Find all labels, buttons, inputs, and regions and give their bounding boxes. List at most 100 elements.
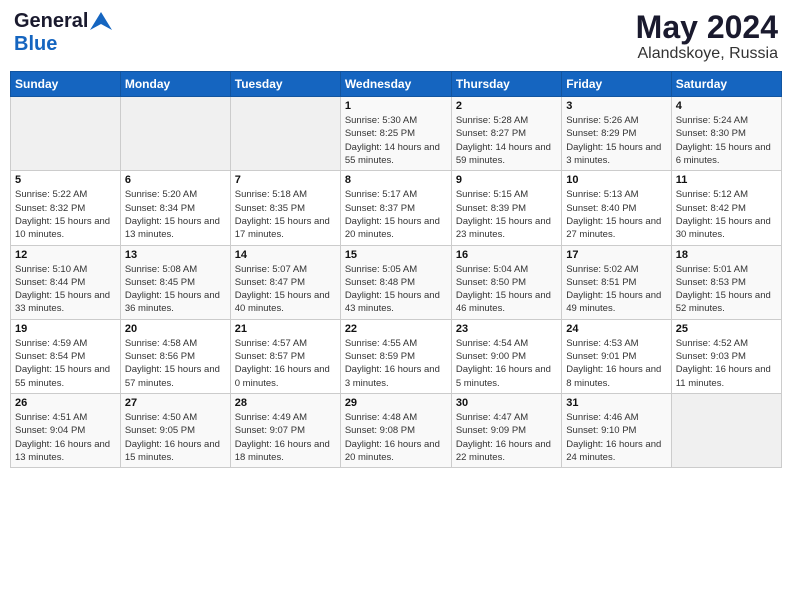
day-number: 2 [456, 100, 557, 112]
weekday-header-thursday: Thursday [451, 72, 561, 97]
calendar-cell: 21 Sunrise: 4:57 AMSunset: 8:57 PMDayligh… [230, 319, 340, 393]
calendar-cell: 27 Sunrise: 4:50 AMSunset: 9:05 PMDayligh… [120, 393, 230, 467]
calendar-cell [11, 97, 121, 171]
calendar-week-3: 12 Sunrise: 5:10 AMSunset: 8:44 PMDayligh… [11, 245, 782, 319]
calendar-cell: 17 Sunrise: 5:02 AMSunset: 8:51 PMDayligh… [562, 245, 671, 319]
day-number: 1 [345, 100, 447, 112]
day-number: 21 [235, 323, 336, 335]
day-info: Sunrise: 5:30 AMSunset: 8:25 PMDaylight:… [345, 114, 447, 167]
calendar-cell: 5 Sunrise: 5:22 AMSunset: 8:32 PMDaylight… [11, 171, 121, 245]
day-info: Sunrise: 5:07 AMSunset: 8:47 PMDaylight:… [235, 263, 336, 316]
day-number: 13 [125, 249, 226, 261]
day-info: Sunrise: 5:26 AMSunset: 8:29 PMDaylight:… [566, 114, 666, 167]
day-number: 29 [345, 397, 447, 409]
day-info: Sunrise: 5:22 AMSunset: 8:32 PMDaylight:… [15, 188, 116, 241]
location: Alandskoye, Russia [636, 45, 778, 63]
calendar-cell: 9Sunrise: 5:15 AMSunset: 8:39 PMDaylight… [451, 171, 561, 245]
calendar-cell: 20Sunrise: 4:58 AMSunset: 8:56 PMDayligh… [120, 319, 230, 393]
calendar-cell: 2 Sunrise: 5:28 AMSunset: 8:27 PMDaylight… [451, 97, 561, 171]
calendar-cell [230, 97, 340, 171]
day-info: Sunrise: 5:04 AMSunset: 8:50 PMDaylight:… [456, 263, 557, 316]
calendar-cell: 1 Sunrise: 5:30 AMSunset: 8:25 PMDaylight… [340, 97, 451, 171]
calendar-cell: 28Sunrise: 4:49 AMSunset: 9:07 PMDayligh… [230, 393, 340, 467]
weekday-header-sunday: Sunday [11, 72, 121, 97]
calendar-cell: 23 Sunrise: 4:54 AMSunset: 9:00 PMDayligh… [451, 319, 561, 393]
calendar-week-5: 26 Sunrise: 4:51 AMSunset: 9:04 PMDayligh… [11, 393, 782, 467]
logo: General Blue [14, 10, 112, 56]
calendar-cell: 7 Sunrise: 5:18 AMSunset: 8:35 PMDaylight… [230, 171, 340, 245]
day-info: Sunrise: 5:02 AMSunset: 8:51 PMDaylight:… [566, 263, 666, 316]
day-info: Sunrise: 4:55 AMSunset: 8:59 PMDaylight:… [345, 337, 447, 390]
day-info: Sunrise: 5:12 AMSunset: 8:42 PMDaylight:… [676, 188, 777, 241]
calendar-cell [671, 393, 781, 467]
day-number: 6 [125, 174, 226, 186]
day-info: Sunrise: 4:46 AMSunset: 9:10 PMDaylight:… [566, 411, 666, 464]
weekday-header-monday: Monday [120, 72, 230, 97]
calendar-cell: 22 Sunrise: 4:55 AMSunset: 8:59 PMDayligh… [340, 319, 451, 393]
page-header: General Blue May 2024 Alandskoye, Russia [10, 10, 782, 63]
day-info: Sunrise: 4:47 AMSunset: 9:09 PMDaylight:… [456, 411, 557, 464]
calendar-week-2: 5 Sunrise: 5:22 AMSunset: 8:32 PMDaylight… [11, 171, 782, 245]
calendar-cell: 16 Sunrise: 5:04 AMSunset: 8:50 PMDayligh… [451, 245, 561, 319]
logo-bird-icon [90, 12, 112, 30]
calendar-cell: 4 Sunrise: 5:24 AMSunset: 8:30 PMDaylight… [671, 97, 781, 171]
day-info: Sunrise: 4:58 AMSunset: 8:56 PMDaylight:… [125, 337, 226, 390]
calendar-cell: 18Sunrise: 5:01 AMSunset: 8:53 PMDayligh… [671, 245, 781, 319]
day-info: Sunrise: 5:24 AMSunset: 8:30 PMDaylight:… [676, 114, 777, 167]
day-info: Sunrise: 5:13 AMSunset: 8:40 PMDaylight:… [566, 188, 666, 241]
weekday-header-saturday: Saturday [671, 72, 781, 97]
logo-general-text: General [14, 10, 88, 33]
day-info: Sunrise: 4:49 AMSunset: 9:07 PMDaylight:… [235, 411, 336, 464]
day-number: 17 [566, 249, 666, 261]
day-info: Sunrise: 5:15 AMSunset: 8:39 PMDaylight:… [456, 188, 557, 241]
day-number: 31 [566, 397, 666, 409]
day-info: Sunrise: 5:28 AMSunset: 8:27 PMDaylight:… [456, 114, 557, 167]
calendar-cell: 15Sunrise: 5:05 AMSunset: 8:48 PMDayligh… [340, 245, 451, 319]
calendar-cell: 19Sunrise: 4:59 AMSunset: 8:54 PMDayligh… [11, 319, 121, 393]
day-info: Sunrise: 4:57 AMSunset: 8:57 PMDaylight:… [235, 337, 336, 390]
day-info: Sunrise: 4:59 AMSunset: 8:54 PMDaylight:… [15, 337, 116, 390]
day-info: Sunrise: 5:08 AMSunset: 8:45 PMDaylight:… [125, 263, 226, 316]
day-number: 22 [345, 323, 447, 335]
day-number: 24 [566, 323, 666, 335]
month-title: May 2024 [636, 10, 778, 45]
day-number: 15 [345, 249, 447, 261]
day-info: Sunrise: 5:18 AMSunset: 8:35 PMDaylight:… [235, 188, 336, 241]
calendar-cell: 11 Sunrise: 5:12 AMSunset: 8:42 PMDayligh… [671, 171, 781, 245]
weekday-header-row: SundayMondayTuesdayWednesdayThursdayFrid… [11, 72, 782, 97]
calendar-cell: 14 Sunrise: 5:07 AMSunset: 8:47 PMDayligh… [230, 245, 340, 319]
day-number: 23 [456, 323, 557, 335]
weekday-header-wednesday: Wednesday [340, 72, 451, 97]
day-number: 14 [235, 249, 336, 261]
calendar-cell: 13 Sunrise: 5:08 AMSunset: 8:45 PMDayligh… [120, 245, 230, 319]
calendar-cell: 6Sunrise: 5:20 AMSunset: 8:34 PMDaylight… [120, 171, 230, 245]
calendar-cell: 26 Sunrise: 4:51 AMSunset: 9:04 PMDayligh… [11, 393, 121, 467]
day-info: Sunrise: 4:53 AMSunset: 9:01 PMDaylight:… [566, 337, 666, 390]
day-info: Sunrise: 5:17 AMSunset: 8:37 PMDaylight:… [345, 188, 447, 241]
logo-blue-text: Blue [14, 33, 57, 56]
day-info: Sunrise: 5:10 AMSunset: 8:44 PMDaylight:… [15, 263, 116, 316]
day-number: 10 [566, 174, 666, 186]
calendar-cell: 10 Sunrise: 5:13 AMSunset: 8:40 PMDayligh… [562, 171, 671, 245]
day-info: Sunrise: 4:54 AMSunset: 9:00 PMDaylight:… [456, 337, 557, 390]
day-number: 26 [15, 397, 116, 409]
day-number: 16 [456, 249, 557, 261]
calendar-cell: 31 Sunrise: 4:46 AMSunset: 9:10 PMDayligh… [562, 393, 671, 467]
day-number: 5 [15, 174, 116, 186]
day-info: Sunrise: 4:50 AMSunset: 9:05 PMDaylight:… [125, 411, 226, 464]
day-number: 11 [676, 174, 777, 186]
day-info: Sunrise: 5:01 AMSunset: 8:53 PMDaylight:… [676, 263, 777, 316]
weekday-header-tuesday: Tuesday [230, 72, 340, 97]
calendar-cell: 29Sunrise: 4:48 AMSunset: 9:08 PMDayligh… [340, 393, 451, 467]
day-number: 4 [676, 100, 777, 112]
calendar-table: SundayMondayTuesdayWednesdayThursdayFrid… [10, 71, 782, 468]
day-number: 27 [125, 397, 226, 409]
day-number: 12 [15, 249, 116, 261]
day-number: 30 [456, 397, 557, 409]
calendar-week-4: 19Sunrise: 4:59 AMSunset: 8:54 PMDayligh… [11, 319, 782, 393]
day-number: 7 [235, 174, 336, 186]
title-area: May 2024 Alandskoye, Russia [636, 10, 778, 63]
day-info: Sunrise: 4:51 AMSunset: 9:04 PMDaylight:… [15, 411, 116, 464]
calendar-cell: 24 Sunrise: 4:53 AMSunset: 9:01 PMDayligh… [562, 319, 671, 393]
calendar-cell: 8Sunrise: 5:17 AMSunset: 8:37 PMDaylight… [340, 171, 451, 245]
